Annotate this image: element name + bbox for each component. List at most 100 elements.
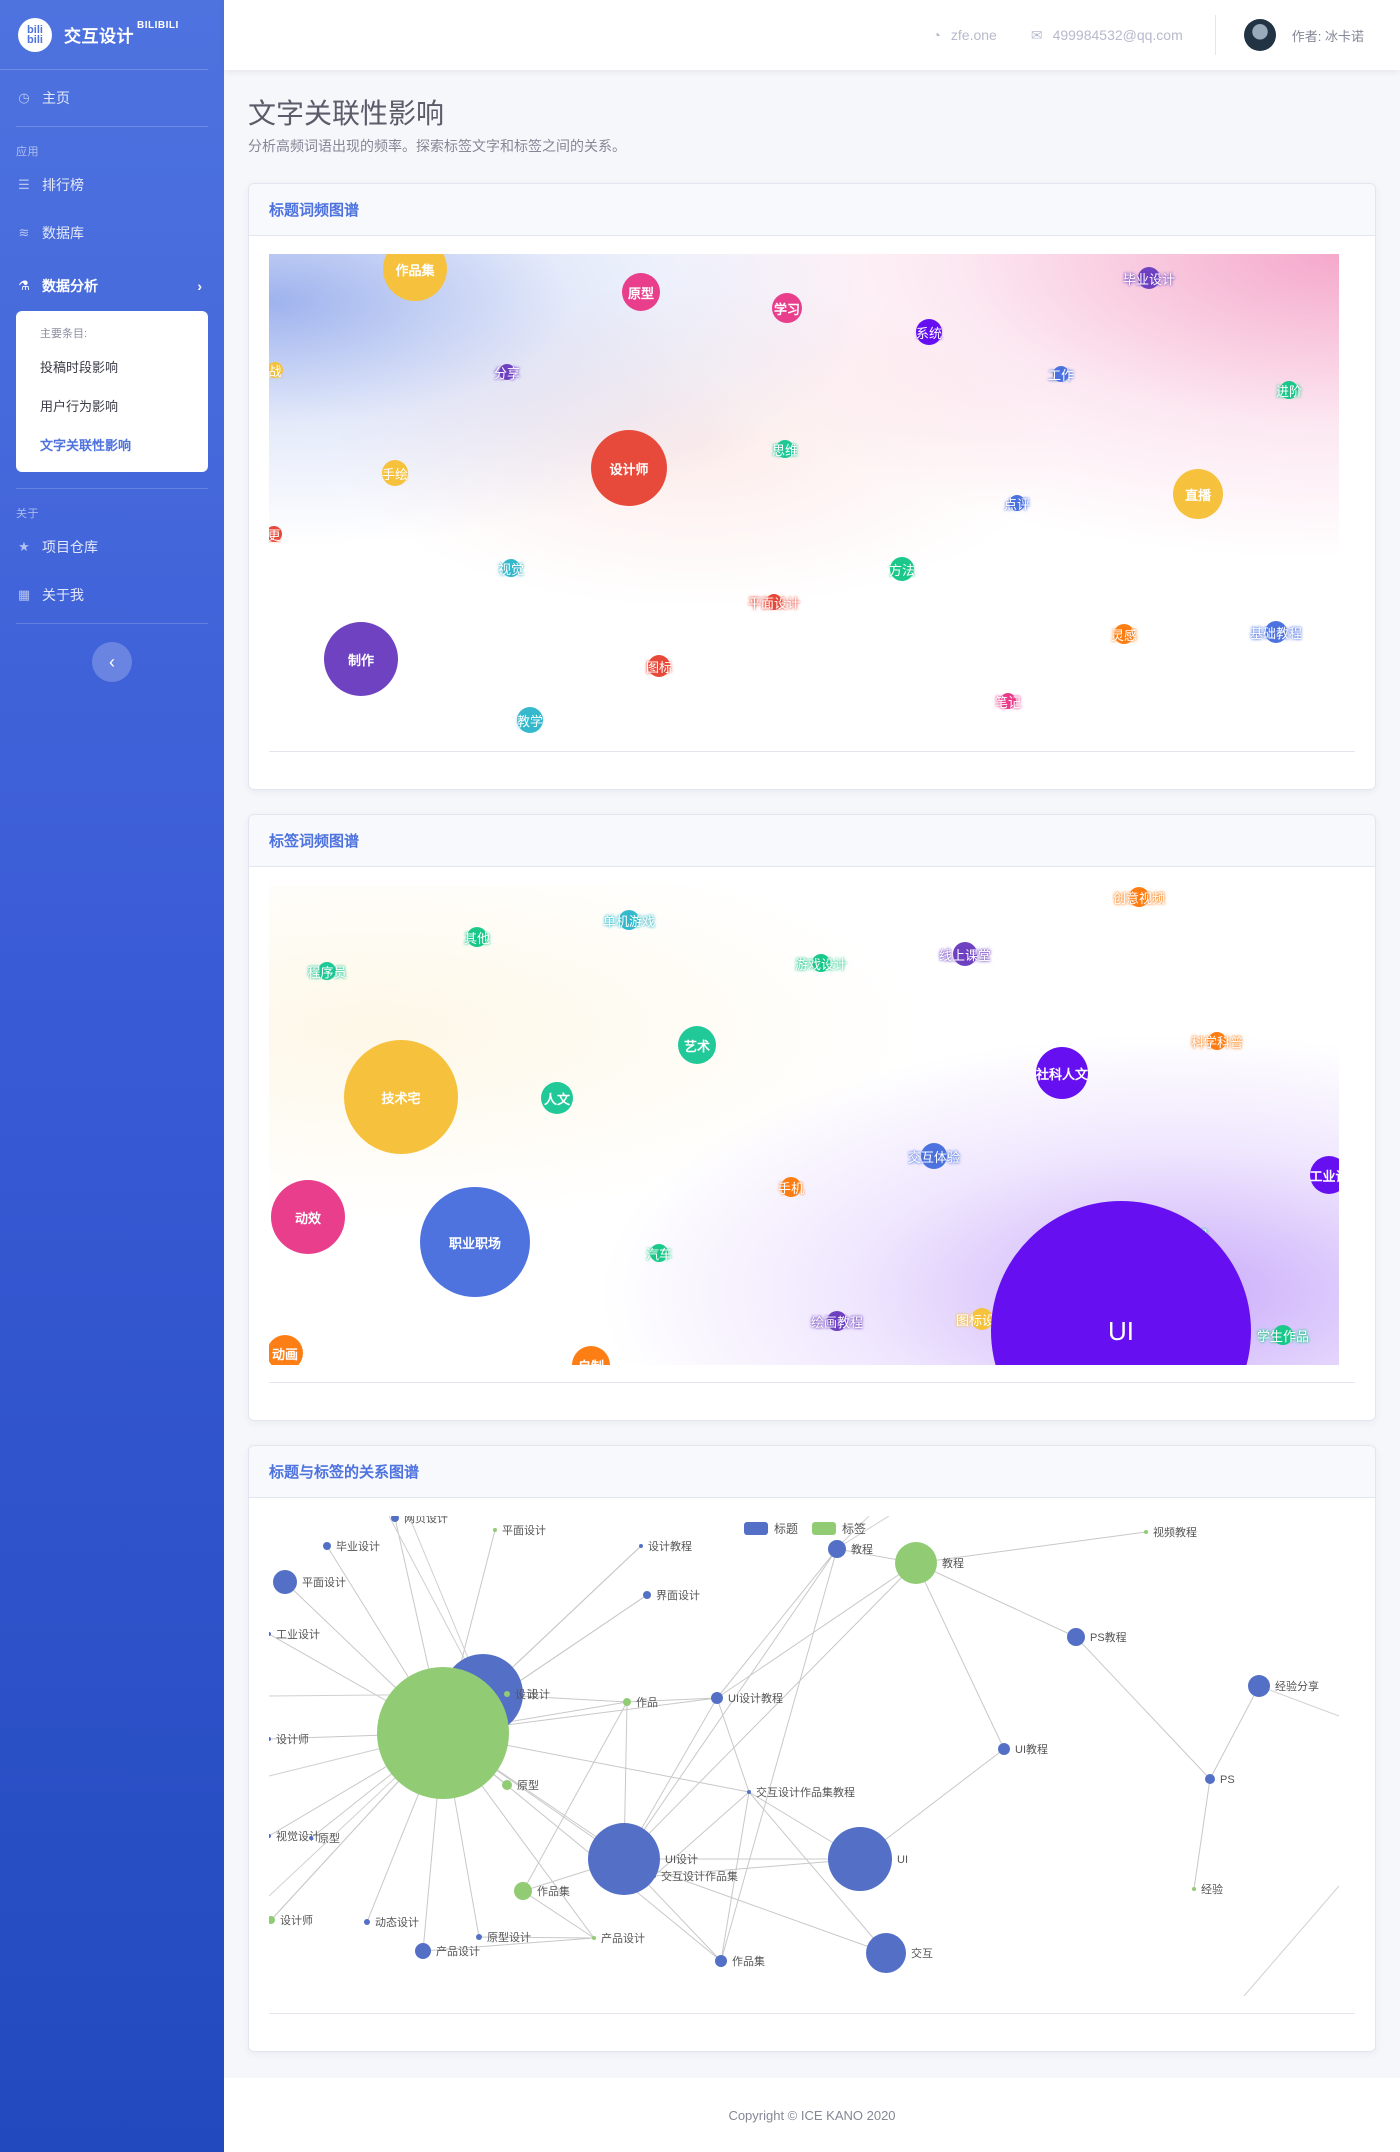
word-bubble[interactable]: 战 [269, 362, 283, 379]
word-bubble[interactable]: 原型 [622, 273, 660, 311]
word-bubble[interactable]: 其他 [464, 927, 490, 947]
word-bubble[interactable]: 工业设 [1310, 1156, 1339, 1194]
graph-node[interactable] [1248, 1675, 1270, 1697]
word-bubble[interactable]: 人文 [541, 1082, 573, 1114]
graph-node[interactable] [715, 1955, 727, 1967]
graph-node[interactable] [273, 1570, 297, 1594]
tag-word-cloud[interactable]: 创意视频单机游戏其他程序员 游戏设计 线上课堂艺术 科学科普社科人文 技术宅 人文交互体验… [269, 885, 1339, 1365]
word-bubble[interactable]: 交互体验 [908, 1143, 960, 1169]
graph-node[interactable] [639, 1544, 643, 1548]
graph-node[interactable] [592, 1936, 596, 1940]
graph-node[interactable] [643, 1591, 651, 1599]
graph-node[interactable] [502, 1780, 512, 1790]
word-bubble[interactable]: 教学 [517, 707, 543, 733]
word-bubble[interactable]: 直播 [1173, 469, 1223, 519]
sidebar-item-database[interactable]: ≋ 数据库 [0, 205, 224, 261]
word-bubble[interactable]: 动效 [271, 1180, 345, 1254]
word-bubble[interactable]: 图标 [646, 655, 672, 677]
graph-node[interactable] [1205, 1774, 1215, 1784]
graph-node[interactable] [269, 1737, 271, 1741]
word-bubble[interactable]: 思维 [772, 440, 798, 458]
submenu-item-time[interactable]: 投稿时段影响 [16, 347, 208, 386]
graph-node-label: 动态设计 [375, 1916, 419, 1929]
sidebar-item-home[interactable]: ◷ 主页 [0, 70, 224, 126]
graph-node[interactable] [998, 1743, 1010, 1755]
word-bubble[interactable]: 系统 [916, 319, 942, 345]
graph-node[interactable] [323, 1542, 331, 1550]
word-bubble[interactable]: 灵感 [1111, 624, 1137, 644]
word-bubble[interactable]: 分享 [494, 364, 520, 381]
relation-graph-svg[interactable]: 网页设计毕业设计平面设计平面设计工业设计设计设计设计师原型视觉设计原型设计师 动态… [269, 1516, 1339, 1996]
word-bubble[interactable]: 学生作品 [1257, 1325, 1309, 1345]
graph-node[interactable] [415, 1943, 431, 1959]
avatar[interactable] [1243, 19, 1276, 51]
word-bubble[interactable]: 手机 [778, 1177, 804, 1197]
word-bubble[interactable]: 进阶 [1276, 381, 1302, 399]
graph-node[interactable] [652, 1874, 656, 1878]
word-bubble[interactable]: 设计师 [591, 430, 667, 506]
word-bubble[interactable]: 游戏设计 [795, 954, 847, 972]
word-bubble[interactable]: 汽车 [646, 1244, 672, 1262]
word-bubble[interactable]: 更 [269, 526, 282, 543]
word-bubble[interactable]: 视觉 [498, 559, 524, 577]
submenu-item-behavior[interactable]: 用户行为影响 [16, 386, 208, 425]
word-bubble[interactable]: 基础教程 [1250, 621, 1302, 643]
submenu-item-text[interactable]: 文字关联性影响 [16, 425, 208, 464]
word-bubble[interactable]: 图标设计 [956, 1308, 1008, 1330]
word-bubble[interactable]: 职业职场 [420, 1187, 530, 1297]
word-bubble[interactable]: 技术宅 [344, 1040, 458, 1154]
word-bubble[interactable]: 科学科普 [1191, 1032, 1243, 1050]
word-bubble[interactable]: 学习 [772, 293, 802, 323]
word-bubble[interactable]: 方法 [889, 557, 915, 581]
word-bubble[interactable]: 动画 [269, 1335, 303, 1365]
word-bubble[interactable]: 平面设计 [748, 594, 800, 611]
email-link[interactable]: ✉ 499984532@qq.com [1031, 27, 1183, 44]
graph-node[interactable] [588, 1823, 660, 1895]
graph-node[interactable] [504, 1691, 510, 1697]
graph-node[interactable] [476, 1934, 482, 1940]
word-bubble[interactable]: 笔记 [995, 693, 1021, 710]
word-bubble[interactable]: 工作 [1048, 366, 1074, 383]
sidebar-item-ranking[interactable]: ☰ 排行榜 [0, 165, 224, 205]
graph-node[interactable] [309, 1836, 313, 1840]
word-bubble[interactable]: 社科人文 [1036, 1047, 1088, 1099]
word-bubble[interactable]: 创意视频 [1113, 887, 1165, 907]
word-bubble[interactable]: 作品集 [383, 254, 447, 301]
legend-label-title[interactable]: 标题 [774, 1520, 798, 1537]
brand[interactable]: bili bili 交互设计BILIBILI [0, 0, 208, 70]
graph-node[interactable] [828, 1540, 846, 1558]
word-bubble[interactable]: 点评 [1004, 495, 1030, 512]
relation-graph[interactable]: 网页设计 毕业设计 平面设计 平面设计 工业设计 设计 设计 设计师 原型 视觉设计 原型 设计师 动态… [269, 1516, 1339, 1996]
word-bubble[interactable]: 手绘 [382, 460, 408, 486]
word-bubble[interactable]: UI [991, 1201, 1251, 1365]
word-bubble[interactable]: 自制 [572, 1346, 610, 1365]
graph-node-label: 设计教程 [648, 1540, 692, 1553]
graph-node[interactable] [1192, 1887, 1196, 1891]
graph-node[interactable] [828, 1827, 892, 1891]
graph-node[interactable] [1144, 1530, 1148, 1534]
graph-node[interactable] [747, 1790, 751, 1794]
graph-node[interactable] [493, 1528, 497, 1532]
sidebar-item-analysis[interactable]: ⚗ 数据分析 › [0, 261, 224, 311]
sidebar-item-repo[interactable]: ★ 项目仓库 [0, 527, 224, 567]
word-bubble[interactable]: 线上课堂 [939, 942, 991, 966]
graph-node[interactable] [895, 1542, 937, 1584]
legend-label-tag[interactable]: 标签 [842, 1520, 866, 1537]
graph-node[interactable] [623, 1698, 631, 1706]
graph-node[interactable] [1067, 1628, 1085, 1646]
graph-node[interactable] [711, 1692, 723, 1704]
sidebar-item-about[interactable]: ▦ 关于我 [0, 567, 224, 623]
word-bubble[interactable]: 毕业设计 [1123, 267, 1175, 289]
graph-node[interactable] [866, 1933, 906, 1973]
word-bubble[interactable]: 单机游戏 [603, 910, 655, 930]
site-link[interactable]: ◔ zfe.one [932, 27, 996, 43]
word-bubble[interactable]: 艺术 [678, 1026, 716, 1064]
graph-node[interactable] [514, 1882, 532, 1900]
graph-node[interactable] [364, 1919, 370, 1925]
word-bubble[interactable]: 制作 [324, 622, 398, 696]
graph-node[interactable] [377, 1667, 509, 1799]
word-bubble[interactable]: 程序员 [308, 962, 347, 980]
sidebar-toggle-button[interactable]: ‹ [92, 642, 132, 682]
title-word-cloud[interactable]: 作品集 原型学习 毕业设计系统战 分享 工作进阶思维手绘 设计师直播点评更视觉 方法平面设计… [269, 254, 1339, 734]
word-bubble[interactable]: 绘画教程 [811, 1311, 863, 1331]
